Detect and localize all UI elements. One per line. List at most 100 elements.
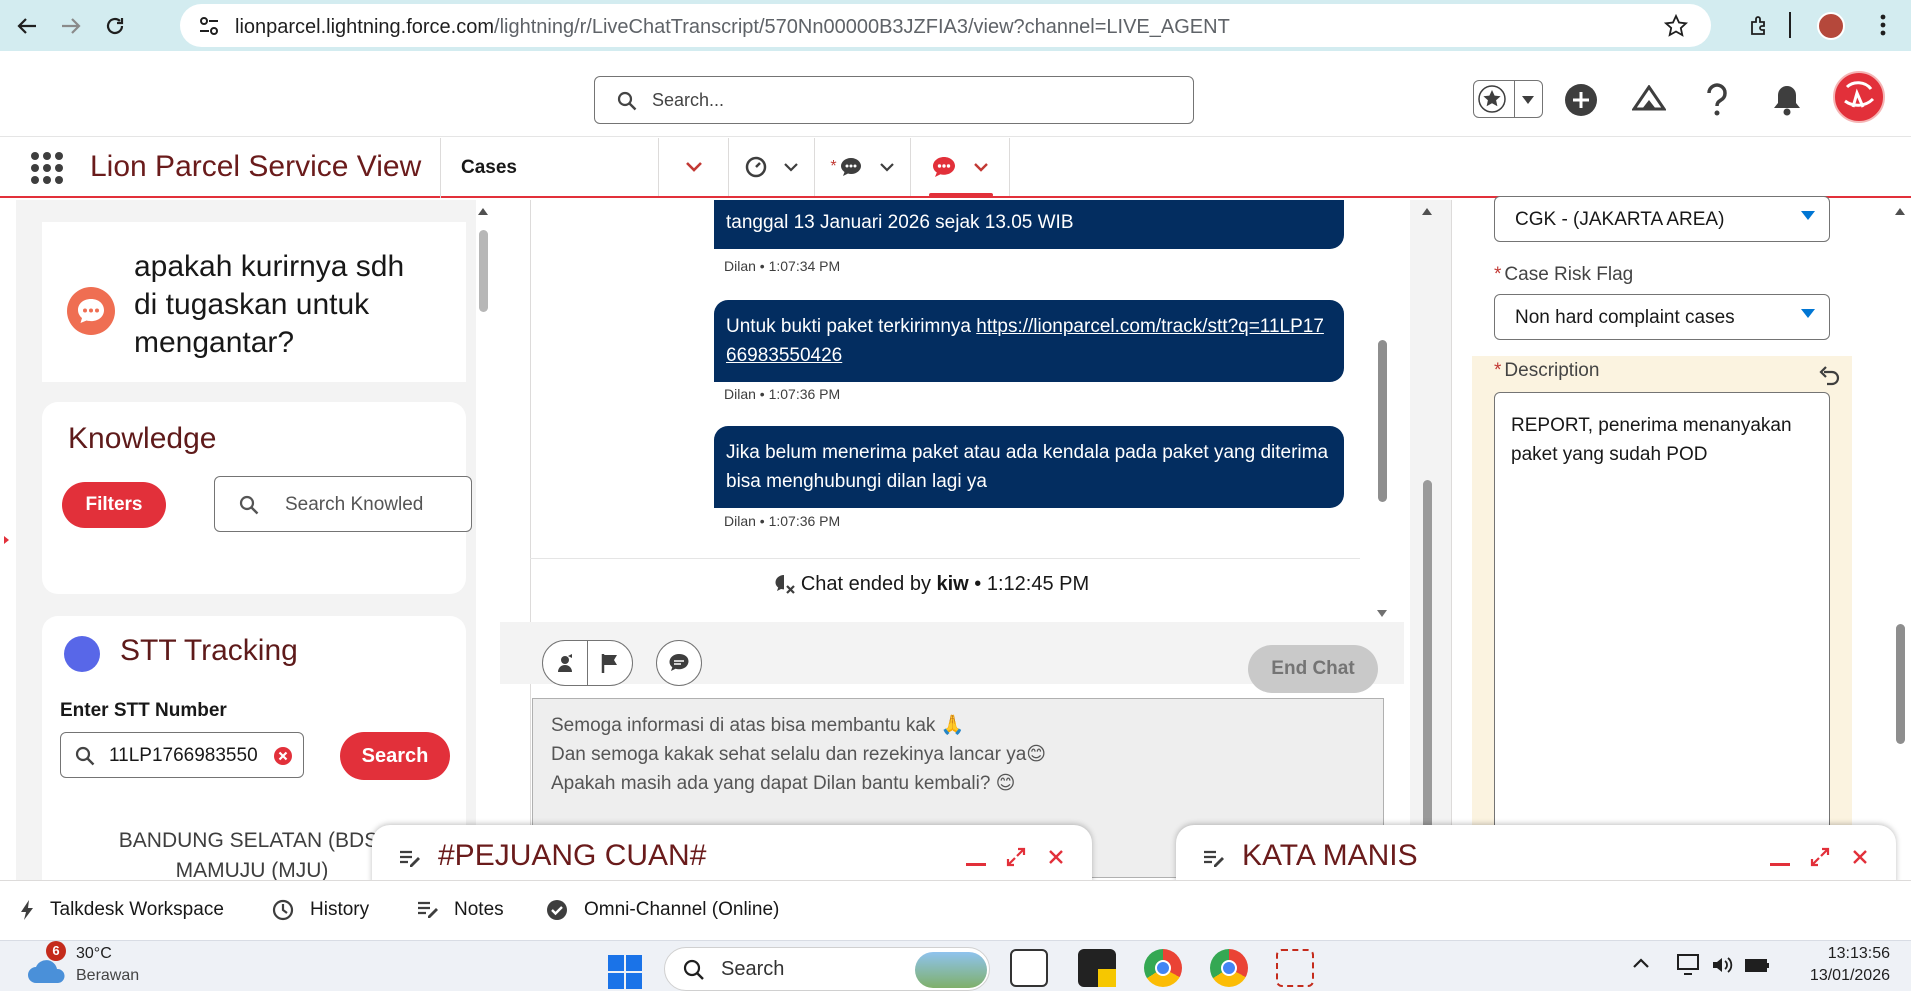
- chat-message-bubble: tanggal 13 Januari 2026 sejak 13.05 WIB: [714, 200, 1344, 249]
- right-panel-scrollbar[interactable]: [1893, 200, 1907, 880]
- clock-time[interactable]: 13:13:56: [1798, 945, 1890, 963]
- menu-kebab-icon[interactable]: [1880, 14, 1886, 36]
- left-column-scrollbar[interactable]: [476, 200, 490, 880]
- chat-message-text: Jika belum menerima paket atau ada kenda…: [726, 442, 1329, 492]
- description-label: * Description: [1494, 360, 1600, 381]
- profile-avatar[interactable]: [1817, 12, 1845, 40]
- undo-icon[interactable]: [1818, 366, 1840, 386]
- taskbar-chrome-profile-2-icon[interactable]: [1210, 949, 1248, 987]
- quick-text-icon[interactable]: [656, 640, 702, 686]
- weather-temperature: 30°C: [76, 945, 112, 962]
- expand-icon[interactable]: [1006, 847, 1026, 867]
- chat-scrollbar[interactable]: [1375, 200, 1389, 622]
- app-launcher-icon[interactable]: [30, 151, 64, 185]
- docked-note-pejuang-cuan[interactable]: #PEJUANG CUAN#: [372, 825, 1092, 885]
- stt-tracking-title: STT Tracking: [120, 634, 298, 667]
- transfer-chat-icon[interactable]: [542, 640, 588, 686]
- favorites-dropdown-icon: [1522, 96, 1534, 104]
- collapse-panel-icon[interactable]: [4, 536, 9, 544]
- chat-ended-prefix: Chat ended by: [800, 573, 937, 595]
- nav-item-cases[interactable]: Cases: [440, 138, 658, 198]
- stt-search-button[interactable]: Search: [340, 732, 450, 780]
- chat-scroll-thumb[interactable]: [1378, 340, 1387, 502]
- end-chat-button[interactable]: End Chat: [1248, 645, 1378, 693]
- back-icon[interactable]: [10, 9, 44, 43]
- case-risk-flag-select[interactable]: Non hard complaint cases: [1494, 294, 1830, 340]
- user-avatar[interactable]: [1833, 71, 1885, 123]
- clock-date[interactable]: 13/01/2026: [1776, 967, 1890, 985]
- chat-message-meta: Dilan • 1:07:36 PM: [724, 513, 841, 529]
- online-status-icon: [546, 899, 568, 921]
- notes-icon: [416, 900, 438, 920]
- expand-icon[interactable]: [1810, 847, 1830, 867]
- help-icon[interactable]: [1698, 81, 1736, 119]
- site-settings-icon[interactable]: [198, 16, 220, 36]
- close-icon[interactable]: [1048, 849, 1064, 865]
- utility-omni-channel[interactable]: Omni-Channel (Online): [546, 899, 779, 921]
- global-actions-add-icon[interactable]: [1562, 81, 1600, 119]
- cases-menu-chevron-icon[interactable]: [658, 138, 728, 196]
- taskbar-chrome-profile-1-icon[interactable]: [1144, 949, 1182, 987]
- taskbar-snipping-tool-icon[interactable]: [1276, 949, 1314, 987]
- bookmark-star-icon[interactable]: [1664, 14, 1688, 38]
- extensions-icon[interactable]: [1743, 9, 1777, 43]
- address-bar[interactable]: lionparcel.lightning.force.com/lightning…: [180, 4, 1711, 47]
- search-placeholder: Search...: [652, 90, 725, 110]
- favorites-button[interactable]: [1473, 80, 1543, 118]
- close-icon[interactable]: [1852, 849, 1868, 865]
- utility-item-label: Talkdesk Workspace: [50, 899, 224, 920]
- main-scrollbar-overlay[interactable]: [1420, 200, 1434, 880]
- workspace-tab-chat-active[interactable]: [910, 138, 1010, 197]
- taskbar-app-file-manager-icon[interactable]: [1010, 949, 1048, 987]
- utility-talkdesk-workspace[interactable]: Talkdesk Workspace: [20, 899, 224, 921]
- notes-icon: [398, 849, 420, 869]
- workspace-tab-chat-unsaved[interactable]: *: [814, 138, 910, 196]
- left-sidebar: apakah kurirnya sdh di tugaskan untuk me…: [16, 200, 476, 880]
- trailhead-guidance-icon[interactable]: [1630, 81, 1668, 119]
- taskbar-search-input[interactable]: Search: [664, 947, 990, 991]
- display-icon[interactable]: [1676, 953, 1702, 977]
- notifications-bell-icon[interactable]: [1768, 81, 1806, 119]
- windows-start-icon[interactable]: [608, 955, 642, 989]
- chat-ended-time: • 1:12:45 PM: [968, 573, 1090, 595]
- minimize-icon[interactable]: [1770, 863, 1790, 866]
- flag-icon[interactable]: [587, 640, 633, 686]
- docked-note-title: #PEJUANG CUAN#: [438, 839, 707, 872]
- search-highlight-image: [915, 952, 987, 988]
- customer-question-text: apakah kurirnya sdh di tugaskan untuk me…: [134, 250, 405, 359]
- stt-route-origin: BANDUNG SELATAN (BDS): [118, 829, 386, 852]
- taskbar-app-sticky-notes-icon[interactable]: [1078, 949, 1116, 987]
- chat-transcript-panel: tanggal 13 Januari 2026 sejak 13.05 WIB …: [500, 200, 1404, 900]
- knowledge-search-input[interactable]: Search Knowled: [214, 476, 472, 532]
- docked-note-kata-manis[interactable]: KATA MANIS: [1176, 825, 1896, 885]
- minimize-icon[interactable]: [966, 863, 986, 866]
- clear-input-icon[interactable]: [273, 746, 293, 766]
- reload-icon[interactable]: [98, 9, 132, 43]
- area-select[interactable]: CGK - (JAKARTA AREA): [1494, 196, 1830, 242]
- show-hidden-icons-chevron[interactable]: [1632, 957, 1650, 969]
- stt-number-label: Enter STT Number: [60, 700, 227, 721]
- utility-notes[interactable]: Notes: [416, 899, 504, 921]
- composer-line: Semoga informasi di atas bisa membantu k…: [551, 715, 965, 736]
- chat-message-meta: Dilan • 1:07:36 PM: [724, 386, 841, 402]
- right-panel-scroll-thumb[interactable]: [1896, 624, 1905, 744]
- knowledge-search-placeholder: Search Knowled: [285, 494, 424, 515]
- workspace-tab-dashboard[interactable]: [728, 138, 814, 196]
- search-icon: [239, 495, 259, 515]
- battery-icon[interactable]: [1744, 953, 1772, 977]
- chat-ended-icon: [774, 573, 796, 595]
- knowledge-filters-button[interactable]: Filters: [62, 482, 166, 528]
- utility-bar: Talkdesk Workspace History Notes Omni-Ch…: [0, 880, 1911, 940]
- volume-icon[interactable]: [1710, 953, 1734, 977]
- left-column-scroll-thumb[interactable]: [479, 230, 488, 312]
- forward-icon[interactable]: [54, 9, 88, 43]
- utility-item-label: Omni-Channel (Online): [584, 899, 780, 920]
- stt-number-input[interactable]: 11LP1766983550: [60, 732, 304, 778]
- global-search-input[interactable]: Search...: [594, 76, 1194, 124]
- knowledge-title: Knowledge: [68, 422, 217, 455]
- utility-history[interactable]: History: [272, 899, 369, 921]
- app-name: Lion Parcel Service View: [90, 150, 422, 183]
- clock-icon: [272, 899, 294, 921]
- stt-number-value: 11LP1766983550: [109, 745, 258, 766]
- favorite-star-icon: [1478, 85, 1506, 113]
